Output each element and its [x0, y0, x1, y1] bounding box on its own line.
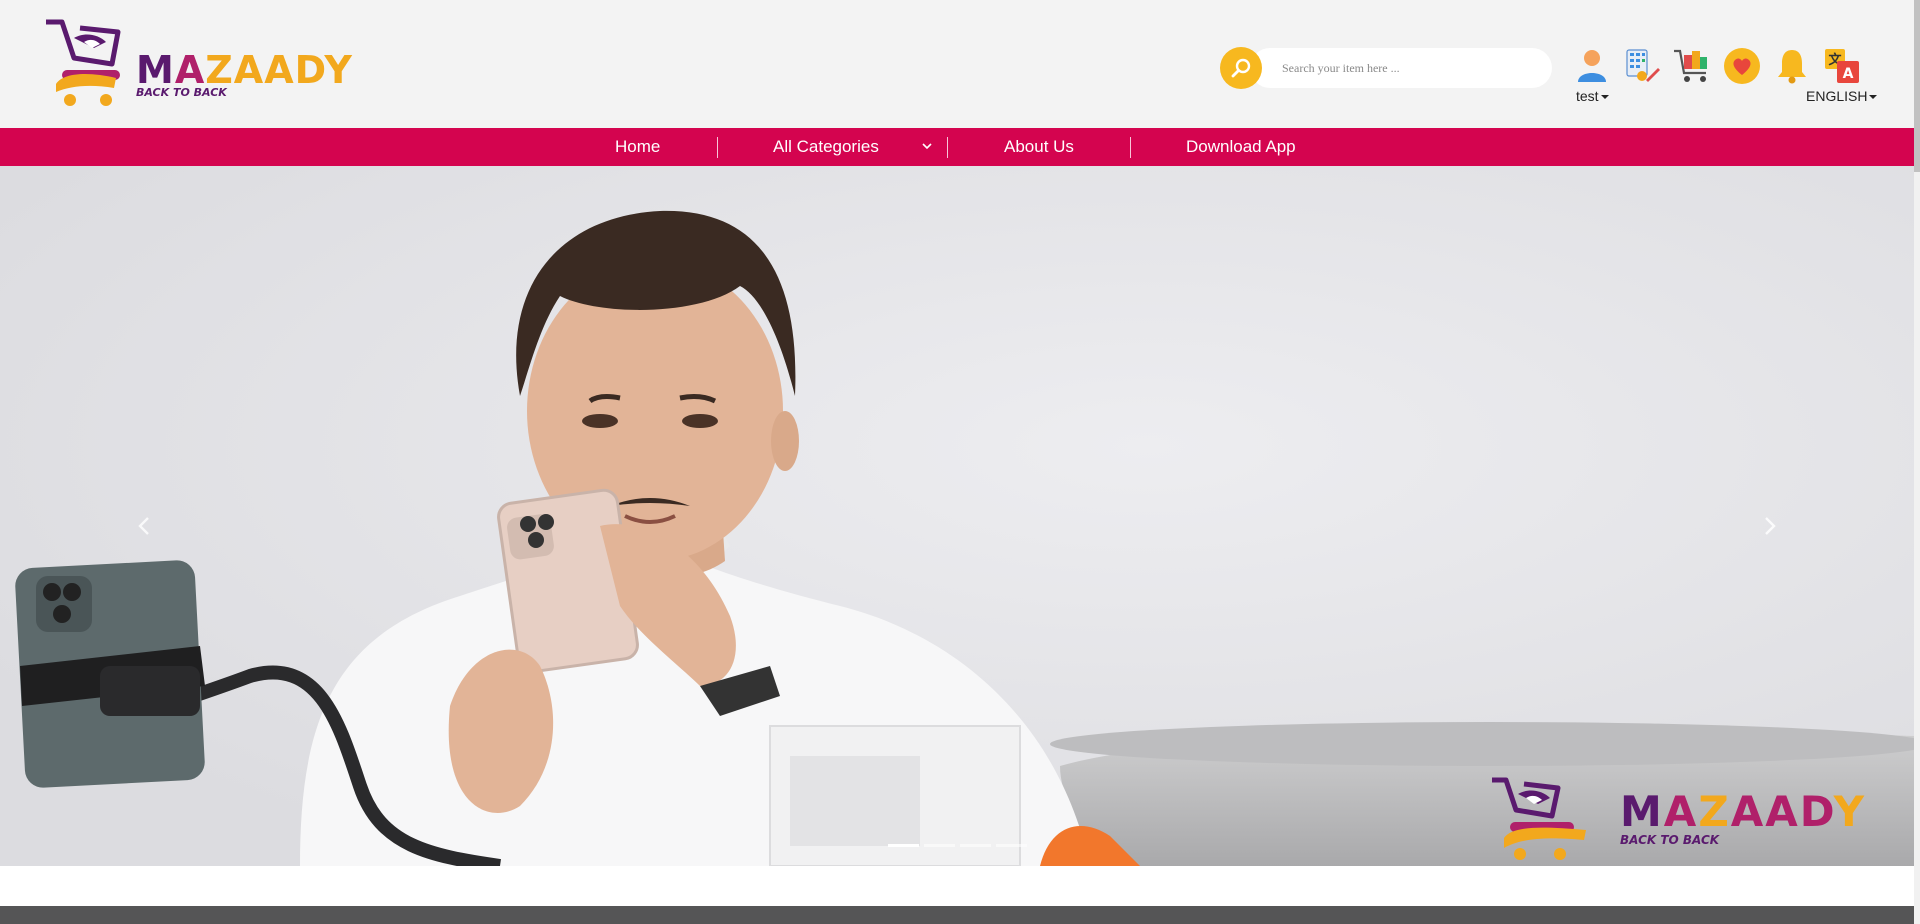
carousel-next-button[interactable] [1750, 506, 1790, 546]
svg-text:A: A [1843, 66, 1854, 82]
main-nav: Home All Categories About Us Download Ap… [0, 128, 1914, 166]
nav-divider [1130, 137, 1131, 158]
language-switch-button[interactable]: 文 A [1822, 46, 1862, 86]
search-button[interactable] [1220, 47, 1262, 89]
carousel-indicators [888, 844, 1027, 847]
language-menu-toggle[interactable]: ENGLISH [1806, 88, 1878, 104]
nav-divider [717, 137, 718, 158]
calculator-button[interactable] [1622, 46, 1662, 86]
search-bar [1220, 47, 1552, 89]
carousel-prev-button[interactable] [124, 506, 164, 546]
cart-button[interactable] [1672, 46, 1712, 86]
language-label: ENGLISH [1806, 88, 1868, 104]
favorite-heart-icon [1724, 48, 1760, 84]
chevron-right-icon [1765, 517, 1776, 535]
hero-slide-image [0, 166, 1914, 866]
calculator-icon [1626, 49, 1660, 82]
page: MAZAADY BACK TO BACK test [0, 0, 1920, 924]
carousel-indicator[interactable] [888, 844, 919, 847]
carousel-indicator[interactable] [960, 844, 991, 847]
brand-logo[interactable]: MAZAADY BACK TO BACK [44, 18, 352, 110]
caret-down-icon [1869, 95, 1878, 100]
nav-divider [947, 137, 948, 158]
user-menu-toggle[interactable]: test [1576, 88, 1609, 104]
brand-tagline: BACK TO BACK [136, 86, 227, 99]
carousel-indicator[interactable] [996, 844, 1027, 847]
search-icon [1231, 58, 1251, 78]
carousel-indicator[interactable] [924, 844, 955, 847]
nav-about-us[interactable]: About Us [1004, 128, 1074, 166]
caret-down-icon [1600, 95, 1609, 100]
nav-all-categories[interactable]: All Categories [773, 128, 879, 166]
search-input[interactable] [1250, 48, 1552, 88]
chevron-down-icon[interactable] [922, 141, 932, 151]
nav-home[interactable]: Home [615, 128, 660, 166]
notification-bell-icon [1778, 50, 1806, 84]
svg-text:MAZAADY: MAZAADY [1620, 787, 1866, 836]
favorites-button[interactable] [1722, 46, 1762, 86]
hero-carousel: MAZAADY BACK TO BACK [0, 166, 1914, 866]
next-section-bar [0, 906, 1914, 924]
scrollbar-thumb[interactable] [1914, 0, 1920, 172]
content-gap [0, 866, 1914, 906]
user-icon [1578, 50, 1606, 82]
user-account-button[interactable] [1572, 46, 1612, 86]
chevron-left-icon [138, 517, 149, 535]
cart-icon [1674, 49, 1707, 82]
nav-download-app[interactable]: Download App [1186, 128, 1296, 166]
user-name-label: test [1576, 88, 1599, 104]
brand-wordmark-part3: ZAADY [205, 48, 353, 92]
header: MAZAADY BACK TO BACK test [0, 0, 1914, 128]
notifications-button[interactable] [1772, 46, 1812, 86]
hero-brand-watermark: MAZAADY BACK TO BACK [1492, 777, 1866, 860]
svg-text:BACK TO BACK: BACK TO BACK [1620, 833, 1721, 847]
translate-icon: 文 A [1825, 49, 1859, 83]
